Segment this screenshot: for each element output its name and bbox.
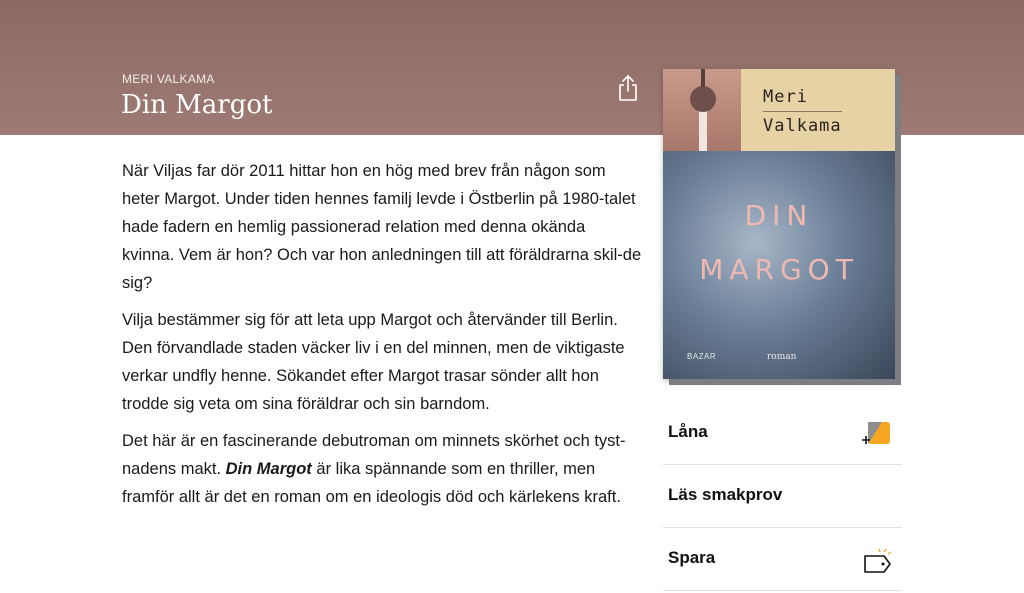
description-paragraph-3: Det här är en fascinerande debutroman om… <box>122 427 642 511</box>
cover-author-line: Meri <box>763 87 808 107</box>
action-label: Läs smakprov <box>668 485 783 504</box>
author-name[interactable]: MERI VALKAMA <box>122 72 215 86</box>
cover-publisher: BAZAR <box>687 352 717 361</box>
cover-title-line: MARGOT <box>699 253 859 286</box>
borrow-button[interactable]: Låna <box>663 402 902 465</box>
cover-genre: roman <box>767 352 797 362</box>
book-cover[interactable]: Meri Valkama DIN MARGOT BAZAR roman <box>663 69 895 379</box>
book-description: När Viljas far dör 2011 hittar hon en hö… <box>122 157 642 520</box>
save-button[interactable]: Spara <box>663 528 902 591</box>
cover-author-line: Valkama <box>763 111 842 140</box>
description-paragraph-2: Vilja bestämmer sig för att leta upp Mar… <box>122 311 625 413</box>
read-sample-button[interactable]: Läs smakprov <box>663 465 902 528</box>
share-button[interactable] <box>616 74 640 102</box>
tag-save-icon <box>860 546 894 581</box>
cover-title-line: DIN <box>744 199 814 232</box>
cover-tower-image <box>663 69 741 151</box>
action-label: Låna <box>668 422 708 441</box>
cover-author: Meri Valkama <box>763 83 842 140</box>
book-title: Din Margot <box>121 90 273 120</box>
description-emphasis: Din Margot <box>225 460 312 478</box>
action-label: Spara <box>668 548 716 567</box>
share-icon <box>619 75 637 101</box>
description-paragraph-1: När Viljas far dör 2011 hittar hon en hö… <box>122 162 642 292</box>
action-list: Låna Läs smakprov Spara <box>663 402 902 591</box>
borrow-icon <box>860 420 894 453</box>
